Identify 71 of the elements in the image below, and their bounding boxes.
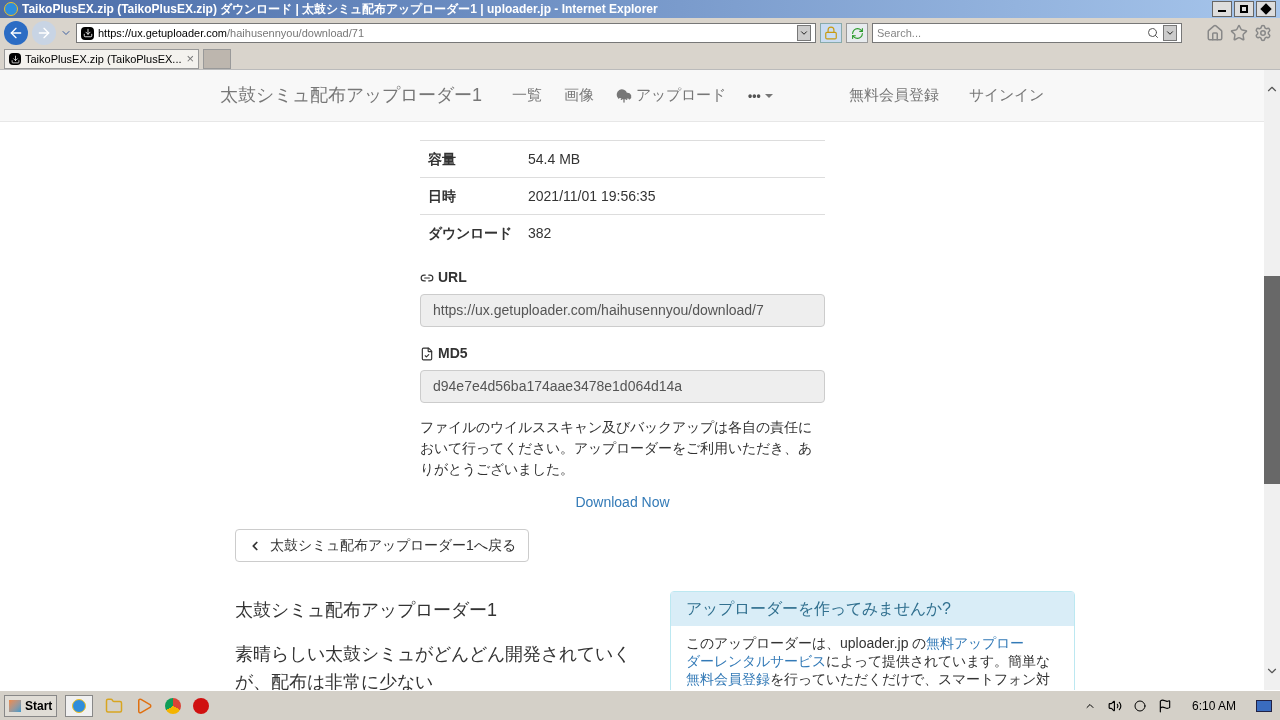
panel-heading: アップローダーを作ってみませんか? <box>671 592 1074 626</box>
caret-icon <box>1165 28 1175 38</box>
search-icon <box>1147 27 1159 39</box>
panel-text: このアップローダーは、uploader.jp の <box>686 634 927 652</box>
field-label: MD5 <box>438 344 468 363</box>
start-button[interactable]: Start <box>4 694 58 717</box>
caret-icon <box>799 28 809 38</box>
nav-link[interactable]: サインイン <box>969 84 1044 107</box>
search-bar[interactable]: Search... <box>872 23 1182 43</box>
volume-icon[interactable] <box>1107 698 1122 713</box>
download-icon <box>81 26 94 40</box>
flag-icon[interactable] <box>1157 698 1172 713</box>
section-title: 太鼓シミュ配布アップローダー1 <box>235 599 498 622</box>
refresh-icon <box>850 26 864 40</box>
link[interactable]: 無料アップロー <box>926 634 1025 652</box>
nav-link[interactable]: 画像 <box>564 84 594 107</box>
tab-title: TaikoPlusEX.zip (TaikoPlusEX... <box>25 51 182 67</box>
stop-icon[interactable] <box>193 697 210 714</box>
lock-icon[interactable] <box>820 23 842 43</box>
restore-button[interactable] <box>1234 1 1254 17</box>
close-button[interactable] <box>1256 1 1276 17</box>
table-cell-text: 日時 <box>427 186 457 206</box>
browser-logo-icon <box>4 2 18 16</box>
site-title[interactable]: 太鼓シミュ配布アップローダー1 <box>220 82 482 109</box>
url-field[interactable]: https://ux.getuploader.com/haihusennyou/download/7 <box>420 294 825 327</box>
link[interactable]: 無料会員登録 <box>686 670 770 688</box>
tab-close-button[interactable]: × <box>186 49 194 69</box>
panel-text: を行っていただくだけで、スマートフォン対 <box>770 670 1050 688</box>
table-cell-text: 382 <box>528 224 552 243</box>
home-icon[interactable] <box>1206 24 1224 42</box>
refresh-button[interactable] <box>846 23 868 43</box>
media-player-icon[interactable] <box>135 696 154 715</box>
browser-tab[interactable]: TaikoPlusEX.zip (TaikoPlusEX... × <box>4 49 199 69</box>
chrome-icon[interactable] <box>165 697 182 714</box>
new-tab-button[interactable] <box>203 49 231 69</box>
windows-logo-icon <box>9 699 21 712</box>
folder-icon[interactable] <box>105 696 124 715</box>
back-button[interactable] <box>4 21 28 45</box>
table-cell-text: ダウンロード <box>427 224 513 243</box>
show-desktop-button[interactable] <box>1256 699 1272 712</box>
arrow-right-icon <box>36 25 52 41</box>
clock: 6:10 AM <box>1191 697 1236 715</box>
md5-field[interactable]: d94e7e4d56ba174aae3478e1d064d14a <box>420 370 825 403</box>
notice-text: ファイルのウイルススキャン及びバックアップは各自の責任において行ってください。アップローダーをご利用いただき、ありがとうございました。 <box>420 418 813 479</box>
more-menu[interactable]: ••• <box>748 86 773 105</box>
back-button[interactable]: 太鼓シミュ配布アップローダー1へ戻る <box>235 529 529 562</box>
dropdown-button[interactable] <box>1163 25 1177 41</box>
favorites-icon[interactable] <box>1230 24 1248 42</box>
upload-link[interactable]: アップロード <box>616 84 726 107</box>
file-check-icon <box>420 346 434 361</box>
scroll-thumb[interactable] <box>1264 276 1280 484</box>
table-cell-text: 2021/11/01 19:56:35 <box>528 186 656 206</box>
dropdown-button[interactable] <box>797 25 811 41</box>
address-field[interactable]: https://ux.getuploader.com/haihusennyou/download/71 <box>76 23 816 43</box>
download-link[interactable]: Download Now <box>575 492 670 513</box>
nav-link[interactable]: 一覧 <box>512 84 542 107</box>
caret-icon <box>764 93 773 98</box>
minimize-button[interactable] <box>1212 1 1232 17</box>
browser-taskbar-icon[interactable] <box>65 694 94 717</box>
settings-icon[interactable] <box>1254 24 1272 42</box>
field-label: URL <box>438 268 467 287</box>
table-cell-text: 容量 <box>427 149 457 169</box>
nav-link[interactable]: 無料会員登録 <box>849 84 939 107</box>
panel-text: によって提供されています。簡単な <box>826 652 1050 670</box>
window-title: TaikoPlusEX.zip (TaikoPlusEX.zip) ダウンロード | 太鼓シミュ配布アップローダー1 | uploader.jp - Internet Explorer <box>22 1 658 18</box>
download-icon <box>9 53 21 65</box>
table-cell-text: 54.4 MB <box>528 149 581 169</box>
url-text: https://ux.getuploader.com/haihusennyou/download/71 <box>98 25 365 41</box>
search-field[interactable]: Search... <box>877 24 1147 42</box>
cloud-upload-icon <box>616 87 632 104</box>
link[interactable]: ダーレンタルサービス <box>686 652 826 670</box>
